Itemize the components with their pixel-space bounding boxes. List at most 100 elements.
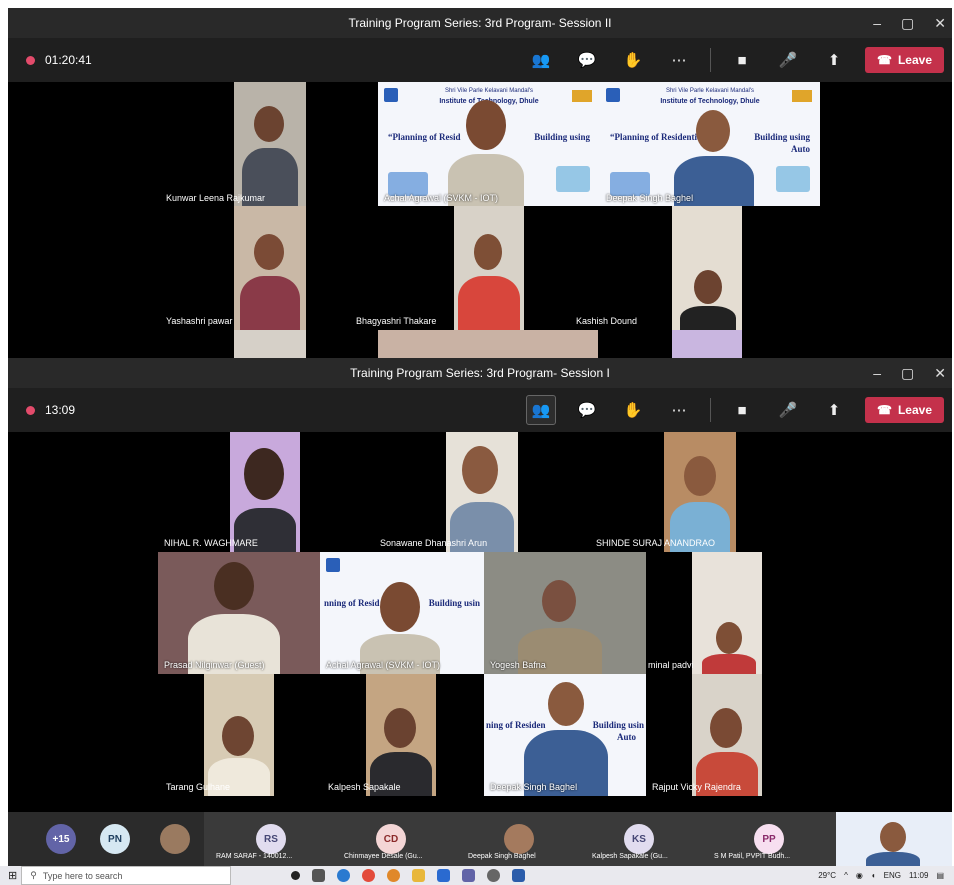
meeting-window-session-2: Training Program Series: 3rd Program- Se… <box>8 8 952 360</box>
gallery-name: Chinmayee Desale (Gu... <box>344 853 423 860</box>
participant-tile[interactable]: Prasad Nilginwar (Guest) <box>158 552 320 674</box>
raise-hand-icon[interactable]: ✋ <box>618 45 648 75</box>
participant-name: Achal Agrawal (SVKM - IOT) <box>384 193 499 203</box>
share-screen-icon[interactable]: ⬆ <box>819 45 849 75</box>
volume-icon[interactable]: ◖ <box>871 871 876 880</box>
participant-tile[interactable] <box>446 432 518 552</box>
firefox-icon[interactable] <box>387 869 401 882</box>
maximize-icon[interactable]: ▢ <box>901 365 914 382</box>
phone-icon: ☎ <box>877 403 892 417</box>
window-controls: – ▢ ✕ <box>873 358 946 388</box>
toolbar-divider <box>710 398 712 422</box>
participant-tile[interactable] <box>378 330 598 360</box>
participant-name: minal padvi <box>648 660 694 670</box>
leave-button[interactable]: ☎ Leave <box>865 47 944 73</box>
participant-tile[interactable] <box>692 674 762 796</box>
settings-icon[interactable] <box>487 869 501 882</box>
raise-hand-icon[interactable]: ✋ <box>618 395 648 425</box>
search-placeholder: Type here to search <box>42 870 123 881</box>
participant-tile[interactable] <box>230 432 300 552</box>
task-view-icon[interactable] <box>312 869 326 882</box>
file-explorer-icon[interactable] <box>412 869 426 882</box>
participant-tile-presenter[interactable]: nning of Resid Building usin Achal Agraw… <box>320 552 484 674</box>
participant-tile[interactable]: ning of Residen Building usin Auto Deepa… <box>484 674 646 796</box>
gallery-name: RAM SARAF - 140012... <box>216 853 293 860</box>
recording-icon <box>26 55 35 65</box>
participant-name: Bhagyashri Thakare <box>356 316 437 326</box>
slide-header: Shri Vile Parle Kelavani Mandal's <box>444 88 534 94</box>
recording-icon <box>26 405 35 415</box>
participant-tile[interactable] <box>692 552 762 674</box>
more-actions-icon[interactable]: ⋯ <box>664 395 694 425</box>
participant-tile[interactable] <box>672 330 742 360</box>
camera-icon[interactable]: ■ <box>727 395 757 425</box>
video-stage: NIHAL R. WAGHMARE Sonawane Dhanashri Aru… <box>8 432 952 812</box>
weather-text[interactable]: 29°C <box>818 871 836 880</box>
chat-icon[interactable]: 💬 <box>572 45 602 75</box>
participant-tile[interactable] <box>672 206 742 330</box>
chat-icon[interactable]: 💬 <box>572 395 602 425</box>
minimize-icon[interactable]: – <box>873 365 881 381</box>
meeting-window-session-1: Training Program Series: 3rd Program- Se… <box>8 358 952 812</box>
chrome-icon[interactable] <box>362 869 376 882</box>
participant-tile[interactable] <box>664 432 736 552</box>
microphone-icon[interactable]: 🎤 <box>773 45 803 75</box>
participant-gallery: +15 PN RS RAM SARAF - 140012... CD Chinm… <box>8 812 952 866</box>
meeting-toolbar: 01:20:41 👥 💬 ✋ ⋯ ■ 🎤 ⬆ ☎ Leave <box>8 38 952 82</box>
avatar-initials[interactable]: RS <box>256 824 286 854</box>
teams-icon[interactable] <box>462 869 476 882</box>
language-indicator[interactable]: ENG <box>884 871 901 880</box>
toolbar-divider <box>710 48 712 72</box>
network-icon[interactable]: ◉ <box>856 871 863 880</box>
mail-icon[interactable] <box>437 869 451 882</box>
video-stage: Kunwar Leena Rajkumar Shri Vile Parle Ke… <box>8 82 952 360</box>
participant-tile[interactable] <box>234 330 306 360</box>
close-icon[interactable]: ✕ <box>934 15 946 32</box>
participant-tile[interactable] <box>366 674 436 796</box>
participant-name: Deepak Singh Baghel <box>490 782 578 792</box>
meeting-controls: 👥 💬 ✋ ⋯ ■ 🎤 ⬆ ☎ Leave <box>526 388 944 432</box>
clock[interactable]: 11:09 <box>909 871 928 880</box>
meeting-toolbar: 13:09 👥 💬 ✋ ⋯ ■ 🎤 ⬆ ☎ Leave <box>8 388 952 432</box>
minimize-icon[interactable]: – <box>873 15 881 31</box>
share-screen-icon[interactable]: ⬆ <box>819 395 849 425</box>
word-icon[interactable] <box>512 869 526 882</box>
windows-start-icon[interactable]: ⊞ <box>8 869 17 882</box>
participant-tile[interactable] <box>234 206 306 330</box>
participant-tile[interactable] <box>454 206 524 330</box>
avatar-initials[interactable]: CD <box>376 824 406 854</box>
avatar-initials[interactable]: KS <box>624 824 654 854</box>
participants-icon[interactable]: 👥 <box>526 395 557 425</box>
participants-icon[interactable]: 👥 <box>526 45 556 75</box>
participant-name: Rajput Vicky Rajendra <box>652 782 741 792</box>
participant-tile[interactable]: Yogesh Bafna <box>484 552 646 674</box>
window-controls: – ▢ ✕ <box>873 8 946 38</box>
maximize-icon[interactable]: ▢ <box>901 15 914 32</box>
gallery-name: Deepak Singh Baghel <box>468 853 536 860</box>
taskbar-search[interactable]: ⚲ Type here to search <box>21 866 232 885</box>
participant-tile[interactable]: Shri Vile Parle Kelavani Mandal's Instit… <box>600 82 820 206</box>
avatar-photo[interactable] <box>504 824 534 854</box>
gallery-name: S M Patil, PVPIT Budh... <box>714 853 791 860</box>
participant-tile-presenter[interactable]: Shri Vile Parle Kelavani Mandal's Instit… <box>378 82 600 206</box>
system-tray: 29°C ^ ◉ ◖ ENG 11:09 ▤ <box>818 871 954 880</box>
notification-icon[interactable]: ▤ <box>936 871 944 880</box>
cortana-icon[interactable] <box>291 871 301 880</box>
participant-tile[interactable] <box>234 82 306 206</box>
microphone-icon[interactable]: 🎤 <box>773 395 803 425</box>
close-icon[interactable]: ✕ <box>934 365 946 382</box>
chevron-up-icon[interactable]: ^ <box>844 871 848 880</box>
avatar-initials[interactable]: PN <box>100 824 130 854</box>
avatar-photo[interactable] <box>160 824 190 854</box>
taskbar-apps <box>291 869 526 882</box>
leave-button[interactable]: ☎ Leave <box>865 397 944 423</box>
avatar-initials[interactable]: PP <box>754 824 784 854</box>
more-actions-icon[interactable]: ⋯ <box>664 45 694 75</box>
edge-icon[interactable] <box>337 869 351 882</box>
self-view-tile[interactable] <box>836 812 952 866</box>
overflow-count[interactable]: +15 <box>46 824 76 854</box>
participant-name: Yashashri pawar <box>166 316 233 326</box>
camera-icon[interactable]: ■ <box>727 45 757 75</box>
participant-tile[interactable] <box>204 674 274 796</box>
window-title: Training Program Series: 3rd Program- Se… <box>348 16 612 30</box>
